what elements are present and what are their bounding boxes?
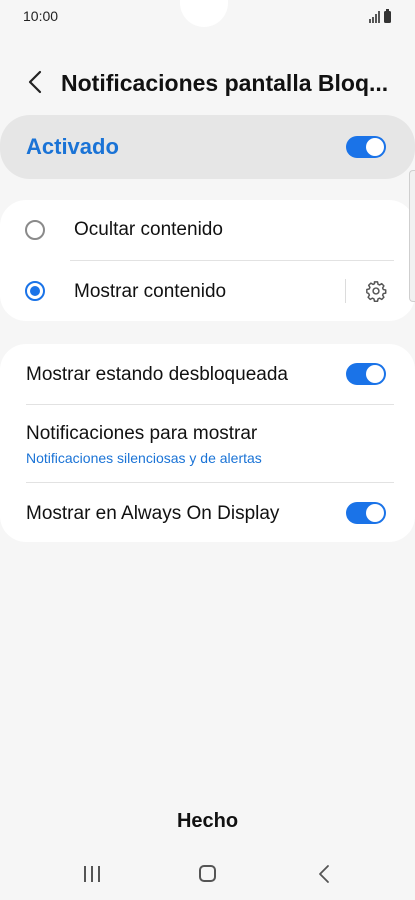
vertical-divider bbox=[345, 279, 346, 303]
setting-always-on-display-label: Mostrar en Always On Display bbox=[26, 503, 280, 524]
option-show-content[interactable]: Mostrar contenido bbox=[0, 261, 415, 321]
show-content-settings-button[interactable] bbox=[365, 280, 387, 302]
app-header: Notificaciones pantalla Bloq... bbox=[0, 58, 415, 106]
home-button[interactable] bbox=[199, 865, 216, 882]
recent-apps-button[interactable] bbox=[84, 866, 100, 882]
option-show-content-label: Mostrar contenido bbox=[74, 281, 227, 302]
radio-show-content[interactable] bbox=[25, 281, 45, 301]
display-settings-card: Mostrar estando desbloqueada Notificacio… bbox=[0, 344, 415, 542]
setting-notifications-to-show-label: Notificaciones para mostrar bbox=[26, 423, 258, 444]
setting-notifications-to-show-value: Notificaciones silenciosas y de alertas bbox=[26, 450, 262, 466]
status-bar: 10:00 bbox=[0, 0, 415, 34]
status-time: 10:00 bbox=[23, 8, 59, 24]
setting-show-unlocked[interactable]: Mostrar estando desbloqueada bbox=[0, 344, 415, 404]
back-arrow-icon bbox=[319, 865, 329, 883]
nav-back-button[interactable] bbox=[316, 864, 332, 884]
battery-icon bbox=[384, 9, 391, 23]
navigation-bar bbox=[0, 855, 415, 895]
status-icons bbox=[369, 9, 391, 23]
camera-notch bbox=[180, 0, 228, 27]
master-switch-bar[interactable]: Activado bbox=[0, 115, 415, 179]
radio-hide-content[interactable] bbox=[25, 220, 45, 240]
chevron-left-icon bbox=[28, 70, 42, 94]
option-hide-content-label: Ocultar contenido bbox=[74, 219, 223, 240]
content-options-card: Ocultar contenido Mostrar contenido bbox=[0, 200, 415, 321]
show-unlocked-toggle[interactable] bbox=[346, 363, 386, 385]
setting-notifications-to-show[interactable]: Notificaciones para mostrar Notificacion… bbox=[0, 405, 415, 482]
setting-always-on-display[interactable]: Mostrar en Always On Display bbox=[0, 483, 415, 542]
done-button[interactable]: Hecho bbox=[0, 810, 415, 833]
setting-show-unlocked-label: Mostrar estando desbloqueada bbox=[26, 364, 288, 385]
back-button[interactable] bbox=[22, 68, 50, 96]
always-on-display-toggle[interactable] bbox=[346, 502, 386, 524]
option-hide-content[interactable]: Ocultar contenido bbox=[0, 200, 415, 260]
signal-icon bbox=[369, 11, 380, 23]
gear-icon bbox=[366, 281, 387, 302]
page-title: Notificaciones pantalla Bloq... bbox=[61, 70, 389, 96]
master-switch-label: Activado bbox=[26, 134, 119, 159]
master-toggle[interactable] bbox=[346, 136, 386, 158]
edge-panel-handle[interactable] bbox=[409, 170, 415, 302]
